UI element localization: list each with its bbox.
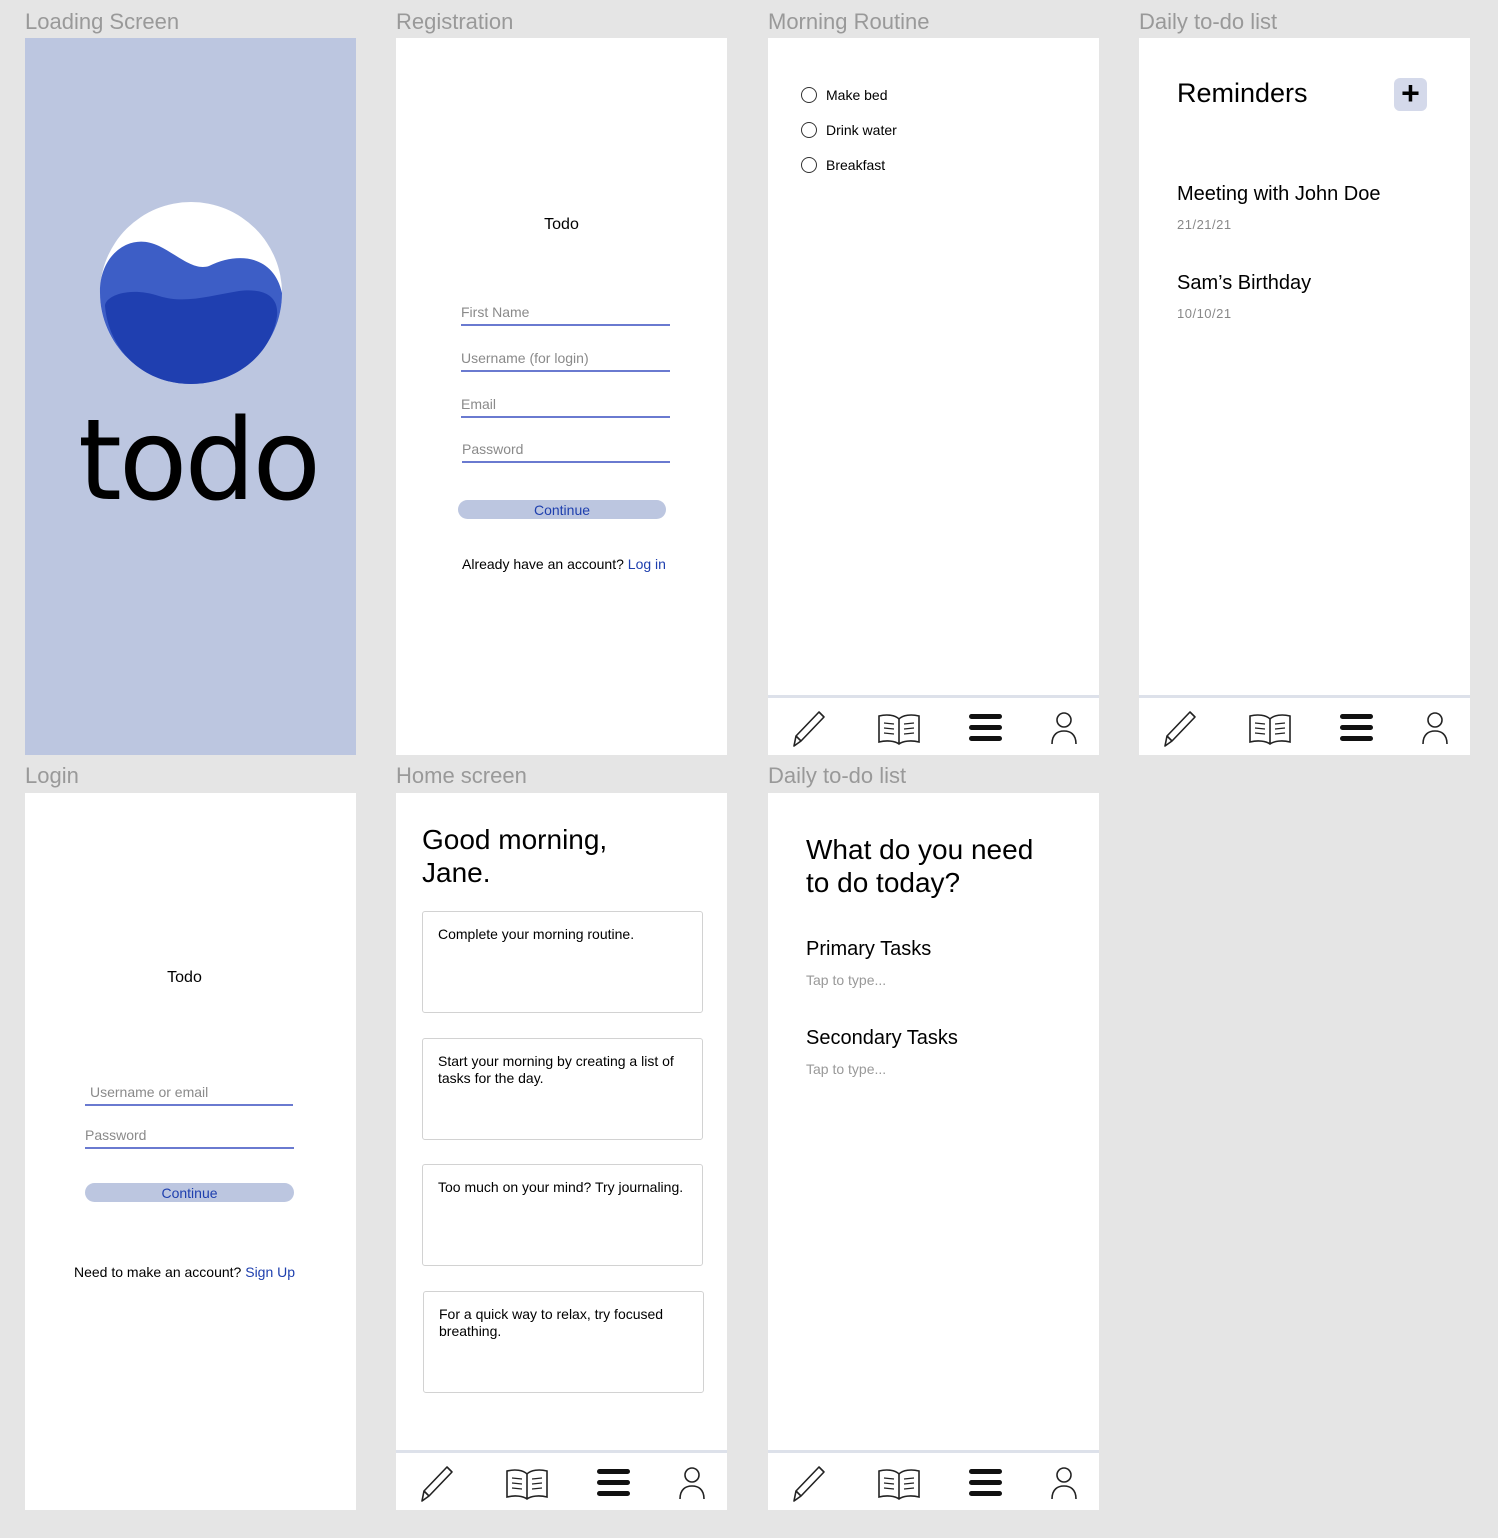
frame-title-registration: Registration bbox=[396, 9, 514, 34]
frame-title-morning: Morning Routine bbox=[768, 9, 930, 34]
frame-title-reminders: Daily to-do list bbox=[1139, 9, 1278, 34]
daily-question: What do you need to do today? bbox=[806, 833, 1033, 899]
menu-icon[interactable] bbox=[1335, 706, 1379, 750]
secondary-tasks-heading: Secondary Tasks bbox=[806, 1027, 958, 1049]
reminders-screen: Reminders + Meeting with John Doe 21/21/… bbox=[1139, 38, 1470, 755]
suggestion-card[interactable]: Complete your morning routine. bbox=[422, 911, 703, 1013]
card-text: Start your morning by creating a list of… bbox=[438, 1053, 674, 1086]
profile-icon[interactable] bbox=[1042, 706, 1086, 750]
signup-prompt-text: Need to make an account? bbox=[74, 1264, 242, 1280]
card-text: Too much on your mind? Try journaling. bbox=[438, 1179, 684, 1195]
routine-item-label: Make bed bbox=[826, 87, 888, 103]
bottom-nav bbox=[1139, 695, 1470, 755]
routine-item[interactable]: Breakfast bbox=[801, 157, 885, 173]
reminder-date: 10/10/21 bbox=[1177, 306, 1232, 321]
reminder-title[interactable]: Meeting with John Doe bbox=[1177, 183, 1380, 206]
question-line-2: to do today? bbox=[806, 867, 961, 898]
signup-link[interactable]: Sign Up bbox=[245, 1264, 295, 1280]
pencil-icon[interactable] bbox=[414, 1461, 458, 1505]
radio-circle-icon[interactable] bbox=[801, 87, 817, 103]
book-icon[interactable] bbox=[1248, 706, 1292, 750]
frame-title-home: Home screen bbox=[396, 763, 527, 788]
loading-screen: todo bbox=[25, 38, 356, 755]
book-icon[interactable] bbox=[505, 1461, 549, 1505]
secondary-tasks-input[interactable]: Tap to type... bbox=[806, 1061, 886, 1077]
frame-title-daily: Daily to-do list bbox=[768, 763, 907, 788]
login-screen: Todo Username or email Password Continue… bbox=[25, 793, 356, 1510]
menu-icon[interactable] bbox=[964, 1461, 1008, 1505]
frame-title-login: Login bbox=[25, 763, 79, 788]
card-text: Complete your morning routine. bbox=[438, 926, 635, 942]
registration-screen: Todo First Name Username (for login) Ema… bbox=[396, 38, 727, 755]
primary-tasks-input[interactable]: Tap to type... bbox=[806, 972, 886, 988]
password-field[interactable]: Password bbox=[85, 1127, 294, 1149]
bottom-nav bbox=[768, 695, 1099, 755]
pencil-icon[interactable] bbox=[786, 1461, 830, 1505]
reminder-title[interactable]: Sam’s Birthday bbox=[1177, 272, 1311, 295]
pencil-icon[interactable] bbox=[1157, 706, 1201, 750]
pencil-icon[interactable] bbox=[786, 706, 830, 750]
logo-wordmark: todo bbox=[78, 396, 321, 526]
username-field[interactable]: Username (for login) bbox=[461, 350, 670, 372]
login-prompt: Already have an account? Log in bbox=[462, 556, 666, 572]
routine-item[interactable]: Drink water bbox=[801, 122, 897, 138]
morning-routine-screen: Make bed Drink water Breakfast bbox=[768, 38, 1099, 755]
greeting-line-2: Jane. bbox=[422, 857, 491, 888]
todo-logo-icon bbox=[99, 202, 282, 384]
plus-icon: + bbox=[1401, 75, 1420, 111]
greeting: Good morning, Jane. bbox=[422, 823, 607, 889]
username-or-email-placeholder: Username or email bbox=[90, 1084, 209, 1100]
password-field[interactable]: Password bbox=[462, 441, 670, 463]
daily-todo-screen: What do you need to do today? Primary Ta… bbox=[768, 793, 1099, 1510]
add-reminder-button[interactable]: + bbox=[1394, 75, 1427, 111]
question-line-1: What do you need bbox=[806, 834, 1034, 865]
continue-button[interactable]: Continue bbox=[85, 1183, 294, 1202]
app-title: Todo bbox=[167, 969, 202, 986]
profile-icon[interactable] bbox=[670, 1461, 714, 1505]
suggestion-card[interactable]: Start your morning by creating a list of… bbox=[422, 1038, 703, 1140]
book-icon[interactable] bbox=[877, 1461, 921, 1505]
menu-icon[interactable] bbox=[964, 706, 1008, 750]
book-icon[interactable] bbox=[877, 706, 921, 750]
bottom-nav bbox=[396, 1450, 727, 1510]
frame-title-loading: Loading Screen bbox=[25, 9, 180, 34]
profile-icon[interactable] bbox=[1413, 706, 1457, 750]
greeting-line-1: Good morning, bbox=[422, 824, 608, 855]
bottom-nav bbox=[768, 1450, 1099, 1510]
first-name-field[interactable]: First Name bbox=[461, 304, 670, 326]
card-text: For a quick way to relax, try focused br… bbox=[439, 1306, 664, 1339]
routine-item-label: Drink water bbox=[826, 122, 897, 138]
suggestion-card[interactable]: For a quick way to relax, try focused br… bbox=[423, 1291, 704, 1393]
continue-button[interactable]: Continue bbox=[458, 500, 666, 519]
radio-circle-icon[interactable] bbox=[801, 122, 817, 138]
login-prompt-text: Already have an account? bbox=[462, 556, 624, 572]
profile-icon[interactable] bbox=[1042, 1461, 1086, 1505]
signup-prompt: Need to make an account? Sign Up bbox=[74, 1264, 295, 1280]
username-or-email-field[interactable]: Username or email bbox=[85, 1084, 293, 1106]
reminder-date: 21/21/21 bbox=[1177, 217, 1232, 232]
menu-icon[interactable] bbox=[592, 1461, 636, 1505]
reminders-heading: Reminders bbox=[1177, 78, 1308, 108]
routine-item-label: Breakfast bbox=[826, 157, 886, 173]
email-field[interactable]: Email bbox=[461, 396, 670, 418]
app-title: Todo bbox=[544, 216, 579, 233]
suggestion-card[interactable]: Too much on your mind? Try journaling. bbox=[422, 1164, 703, 1266]
primary-tasks-heading: Primary Tasks bbox=[806, 938, 932, 960]
login-link[interactable]: Log in bbox=[628, 556, 666, 572]
routine-item[interactable]: Make bed bbox=[801, 87, 887, 103]
radio-circle-icon[interactable] bbox=[801, 157, 817, 173]
home-screen: Good morning, Jane. Complete your mornin… bbox=[396, 793, 727, 1510]
